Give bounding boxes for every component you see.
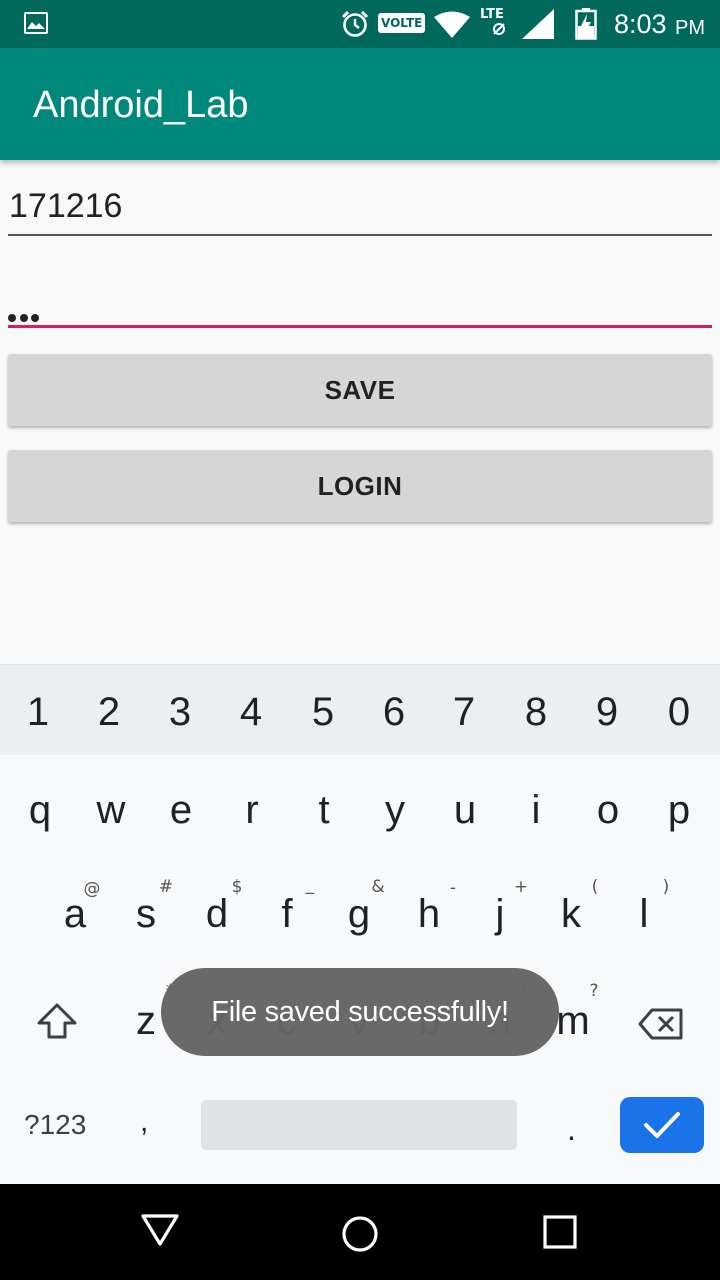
gallery-icon [24,12,48,34]
shift-icon[interactable] [36,1001,78,1041]
key-o[interactable]: o [578,785,638,835]
key-d-hint: $ [231,877,243,897]
key-0[interactable]: 0 [649,687,709,737]
key-1[interactable]: 1 [8,687,68,737]
status-bar: VOLTE LTE 8:03 PM [0,0,720,48]
key-i[interactable]: i [506,785,566,835]
enter-key[interactable] [620,1097,704,1153]
backspace-icon[interactable] [638,1007,684,1041]
key-r[interactable]: r [222,785,282,835]
key-f[interactable]: f [257,889,317,939]
signal-icon [522,9,554,39]
key-7[interactable]: 7 [434,687,494,737]
key-p[interactable]: p [649,785,709,835]
key-8[interactable]: 8 [506,687,566,737]
key-j-hint: + [513,877,529,897]
symbols-key[interactable]: ?123 [24,1109,86,1141]
key-w[interactable]: w [81,785,141,835]
key-s-hint: # [158,877,174,897]
key-k-hint: ( [591,877,599,897]
toast-message: File saved successfully! [161,968,559,1056]
password-mask [8,292,43,331]
key-q[interactable]: q [10,785,70,835]
soft-keyboard: 1 2 3 4 5 6 7 8 9 0 q w e r t y u i o p … [0,664,720,1184]
key-5[interactable]: 5 [293,687,353,737]
app-title: Android_Lab [33,84,249,126]
username-field[interactable]: 171216 [8,180,712,236]
key-l-hint: ) [662,877,670,897]
clock-ampm: PM [675,17,705,39]
key-y[interactable]: y [365,785,425,835]
key-6[interactable]: 6 [364,687,424,737]
wifi-icon [434,11,470,38]
key-9[interactable]: 9 [577,687,637,737]
key-h-hint: - [449,878,457,898]
space-bar[interactable] [201,1100,517,1150]
battery-icon [575,8,597,40]
key-m-hint: ? [589,981,599,1001]
key-a-hint: @ [83,879,101,899]
key-u[interactable]: u [435,785,495,835]
key-f-hint: _ [305,875,315,895]
comma-key[interactable]: , [140,1105,148,1139]
lte-icon [493,23,505,35]
number-row: 1 2 3 4 5 6 7 8 9 0 [0,665,720,755]
home-icon[interactable] [340,1214,380,1254]
key-g-hint: & [371,877,385,897]
lte-label: LTE [480,7,504,22]
volte-badge: VOLTE [378,13,426,33]
recents-icon[interactable] [543,1215,577,1249]
clock-time: 8:03 [614,9,667,39]
app-bar: Android_Lab [0,48,720,160]
alarm-icon [341,10,369,37]
period-key[interactable]: . [567,1111,576,1148]
key-e[interactable]: e [151,785,211,835]
key-t[interactable]: t [294,785,354,835]
key-2[interactable]: 2 [79,687,139,737]
save-button[interactable]: SAVE [8,354,712,426]
login-button[interactable]: LOGIN [8,450,712,522]
checkmark-icon [644,1112,680,1138]
navigation-bar [0,1184,720,1280]
password-field[interactable] [8,270,712,328]
key-3[interactable]: 3 [150,687,210,737]
back-icon[interactable] [140,1212,180,1248]
key-4[interactable]: 4 [221,687,281,737]
